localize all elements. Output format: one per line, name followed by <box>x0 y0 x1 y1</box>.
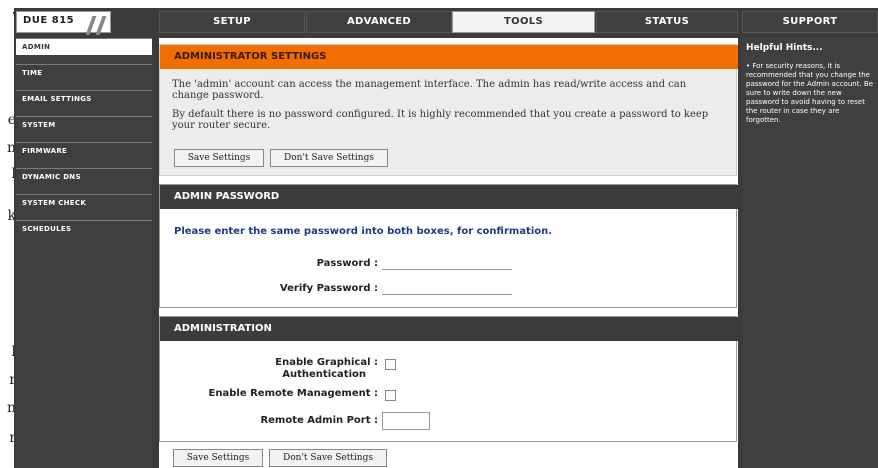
sidebar-item-admin[interactable]: ADMIN <box>16 38 152 55</box>
sidebar-item-system-check[interactable]: SYSTEM CHECK <box>16 194 152 211</box>
admin-settings-paragraph-2: By default there is no password configur… <box>172 109 709 131</box>
save-settings-button[interactable]: Save Settings <box>174 149 264 167</box>
admin-settings-title: ADMINISTRATOR SETTINGS <box>160 45 738 69</box>
sidebar-item-firmware[interactable]: FIRMWARE <box>16 142 152 159</box>
administration-title: ADMINISTRATION <box>160 317 738 341</box>
tab-status[interactable]: STATUS <box>596 11 738 33</box>
tab-tools[interactable]: TOOLS <box>452 11 595 33</box>
verify-password-label: Verify Password : <box>279 283 378 294</box>
dont-save-settings-button[interactable]: Don't Save Settings <box>270 149 388 167</box>
administration-box: ADMINISTRATION Enable Graphical : Authen… <box>159 316 738 442</box>
graphical-auth-checkbox[interactable] <box>385 359 396 370</box>
graphical-auth-label: Enable Graphical : <box>275 357 378 368</box>
model-badge: DUE 815 <box>16 11 111 35</box>
password-field[interactable] <box>382 254 512 270</box>
tab-advanced[interactable]: ADVANCED <box>306 11 452 33</box>
sidebar-item-email-settings[interactable]: EMAIL SETTINGS <box>16 90 152 107</box>
password-instruction: Please enter the same password into both… <box>174 226 553 237</box>
password-label: Password : <box>316 258 378 269</box>
remote-admin-port-field[interactable] <box>382 412 430 430</box>
tab-support[interactable]: SUPPORT <box>742 11 878 33</box>
graphical-auth-label-line-2: Authentication <box>282 369 366 380</box>
tab-setup[interactable]: SETUP <box>159 11 305 33</box>
remote-management-label: Enable Remote Management : <box>208 388 378 399</box>
sidebar-item-system[interactable]: SYSTEM <box>16 116 152 133</box>
logo-slash <box>85 16 97 35</box>
helpful-hints-panel: Helpful Hints... • For security reasons,… <box>742 38 878 468</box>
logo-slash <box>95 16 107 35</box>
remote-management-checkbox[interactable] <box>385 390 396 401</box>
helpful-hints-text: • For security reasons, it is recommende… <box>746 62 874 124</box>
admin-settings-paragraph-1: The 'admin' account can access the manag… <box>172 79 687 101</box>
admin-password-box: ADMIN PASSWORD Please enter the same pas… <box>159 184 738 308</box>
admin-settings-box: ADMINISTRATOR SETTINGS The 'admin' accou… <box>159 44 738 176</box>
model-label: DUE 815 <box>23 15 75 26</box>
admin-password-title: ADMIN PASSWORD <box>160 185 738 209</box>
main-content: ADMINISTRATOR SETTINGS The 'admin' accou… <box>159 38 738 468</box>
sidebar: ADMIN TIME EMAIL SETTINGS SYSTEM FIRMWAR… <box>16 38 152 468</box>
sidebar-item-dynamic-dns[interactable]: DYNAMIC DNS <box>16 168 152 185</box>
sidebar-item-schedules[interactable]: SCHEDULES <box>16 220 152 237</box>
helpful-hints-title: Helpful Hints... <box>746 43 823 53</box>
remote-admin-port-label: Remote Admin Port : <box>260 415 378 426</box>
verify-password-field[interactable] <box>382 279 512 295</box>
dont-save-settings-button-bottom[interactable]: Don't Save Settings <box>269 449 387 467</box>
save-settings-button-bottom[interactable]: Save Settings <box>173 449 263 467</box>
sidebar-item-time[interactable]: TIME <box>16 64 152 81</box>
